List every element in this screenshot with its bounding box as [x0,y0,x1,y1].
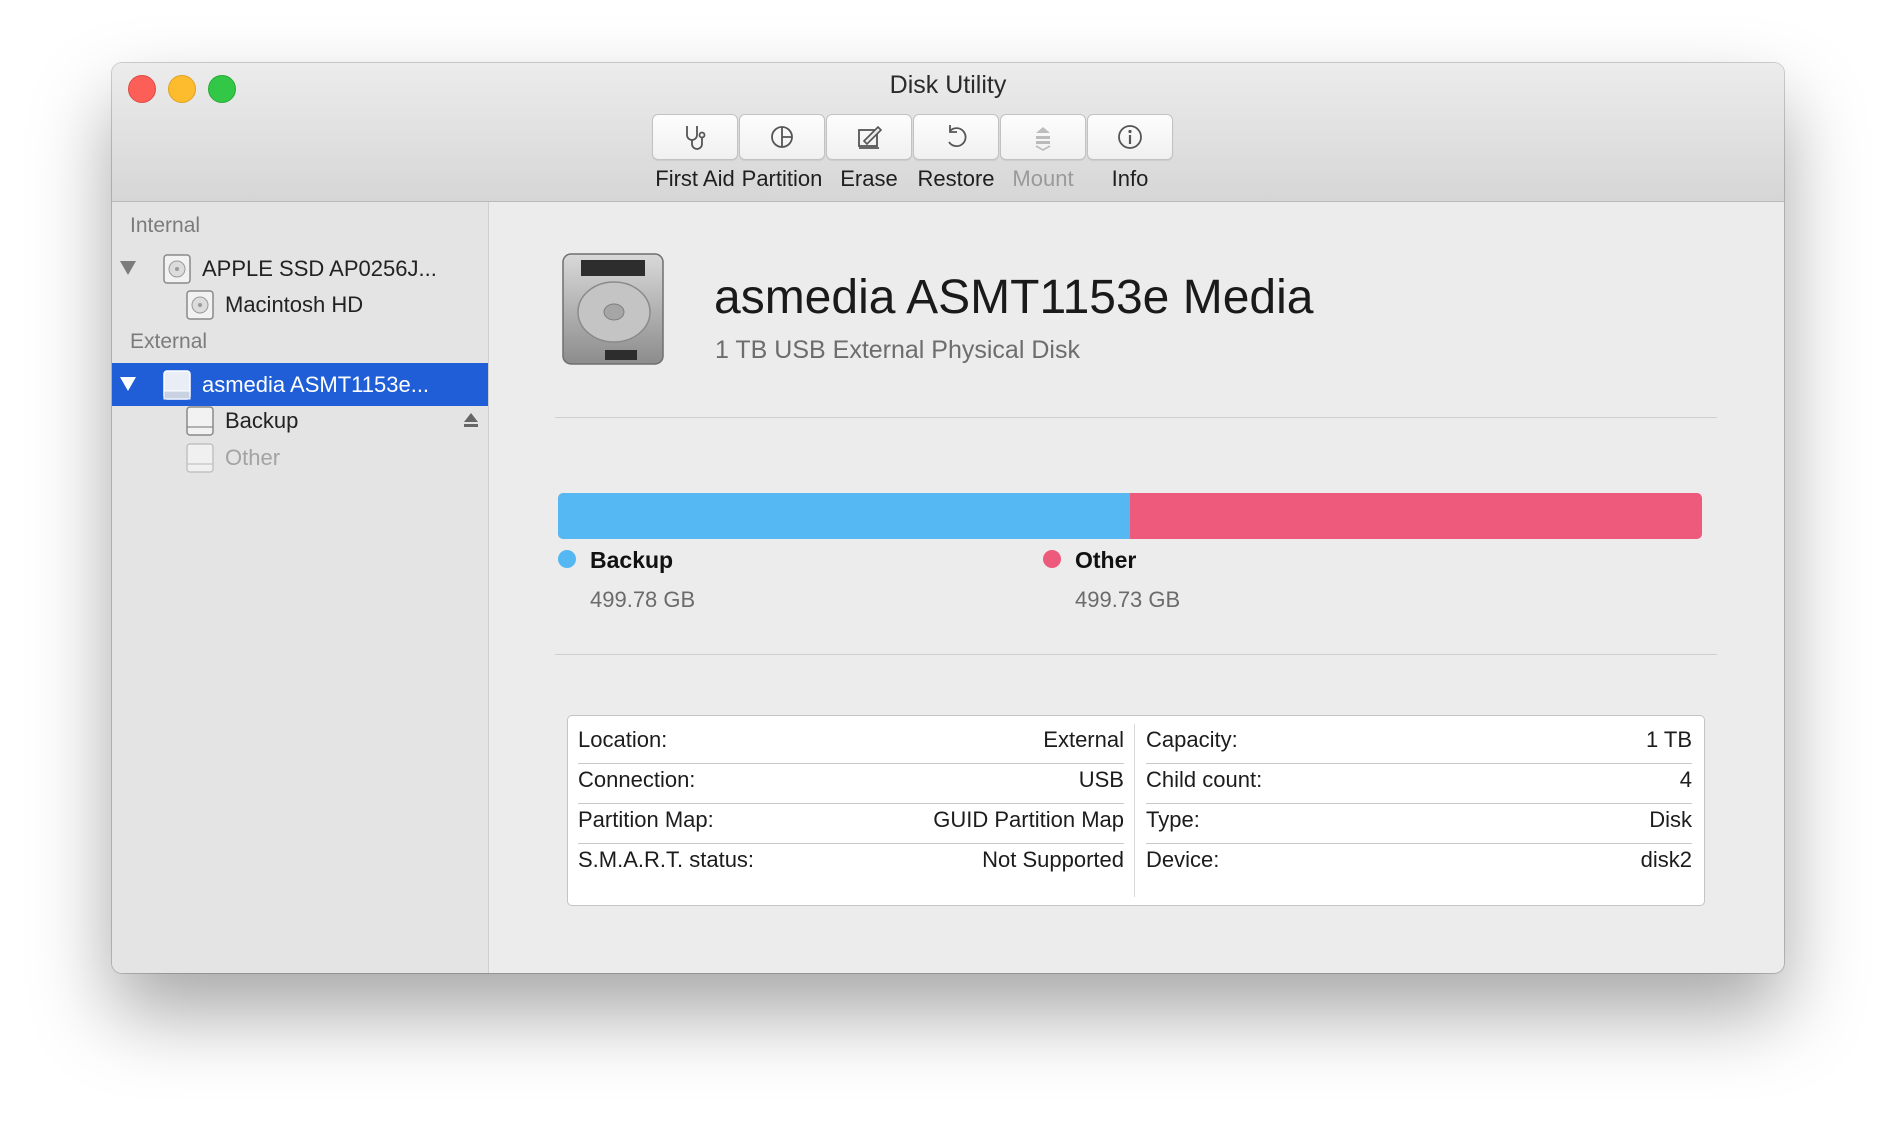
internal-section-header: Internal [130,214,201,237]
info-value: 4 [1679,767,1692,792]
legend-size: 499.73 GB [1075,587,1181,612]
sidebar-item-macintosh-hd[interactable]: Macintosh HD [112,283,488,326]
info-table: Location: External Connection: USB Parti… [567,715,1705,906]
info-value: 1 TB [1645,727,1692,752]
column-divider [1134,724,1135,897]
first-aid-button-frame[interactable] [652,114,738,160]
info-key: Child count: [1146,767,1263,792]
disclosure-triangle-icon[interactable] [120,261,136,275]
bottom-divider [555,654,1717,655]
erase-button-frame[interactable] [826,114,912,160]
device-subtitle: 1 TB USB External Physical Disk [715,336,1080,364]
device-name: asmedia ASMT1153e Media [714,271,1314,324]
partition-usage-bar [558,493,1702,539]
stethoscope-icon [686,126,706,150]
info-button[interactable]: Info [1078,114,1182,192]
info-value: Not Supported [982,847,1124,872]
sidebar-item-label: Macintosh HD [225,292,364,317]
internal-volume-icon [186,290,214,320]
info-value: External [1043,727,1124,752]
info-key: Partition Map: [578,807,714,832]
usage-segment-other [1130,493,1702,539]
sidebar-item-label: asmedia ASMT1153e... [202,372,430,397]
restore-button-frame[interactable] [913,114,999,160]
sidebar-item-label: Backup [225,408,299,433]
info-value: Disk [1649,807,1692,832]
info-key: S.M.A.R.T. status: [578,847,755,872]
info-key: Device: [1146,847,1220,872]
external-volume-icon [186,443,214,473]
sidebar-item-label: Other [225,445,281,470]
external-disk-icon [163,370,191,400]
pie-chart-icon [771,126,793,148]
info-label: Info [1111,166,1149,191]
main-pane: asmedia ASMT1153e Media 1 TB USB Externa… [489,202,1784,973]
info-row-smart-status: S.M.A.R.T. status: Not Supported [578,836,1124,884]
sidebar-item-label: APPLE SSD AP0256J... [202,256,437,281]
restore-arrow-icon [948,125,967,147]
hard-drive-icon [562,253,664,365]
legend-name: Other [1075,547,1137,573]
titlebar: Disk Utility First Aid Partition Erase R… [112,63,1784,202]
info-key: Capacity: [1146,727,1238,752]
disclosure-triangle-icon[interactable] [120,377,136,391]
usage-segment-backup [558,493,1130,539]
info-value: disk2 [1640,847,1692,872]
sidebar: Internal APPLE SSD AP0256J... Macintosh … [112,202,489,973]
sidebar-item-other[interactable]: Other [112,436,488,479]
erase-icon [858,125,883,149]
window-title: Disk Utility [889,71,1007,99]
mount-button-frame[interactable] [1000,114,1086,160]
partition-button-frame[interactable] [739,114,825,160]
legend-size: 499.78 GB [590,587,696,612]
mount-icon [1035,127,1051,151]
info-row-device: Device: disk2 [1146,836,1692,884]
info-column-right: Capacity: 1 TB Child count: 4 Type: Disk… [1136,716,1702,905]
info-column-left: Location: External Connection: USB Parti… [568,716,1134,905]
disk-utility-window: Disk Utility First Aid Partition Erase R… [112,63,1784,973]
info-value: USB [1078,767,1124,792]
eject-icon[interactable] [462,411,480,429]
info-key: Type: [1146,807,1200,832]
info-icon [1118,125,1142,149]
info-button-frame[interactable] [1087,114,1173,160]
info-value: GUID Partition Map [933,807,1124,832]
internal-disk-icon [163,254,191,284]
external-volume-icon [186,406,214,436]
info-key: Connection: [578,767,696,792]
legend-name: Backup [590,547,674,573]
info-key: Location: [578,727,668,752]
external-section-header: External [130,330,208,353]
legend-color-dot [1043,550,1061,568]
top-divider [555,417,1717,418]
legend-color-dot [558,550,576,568]
